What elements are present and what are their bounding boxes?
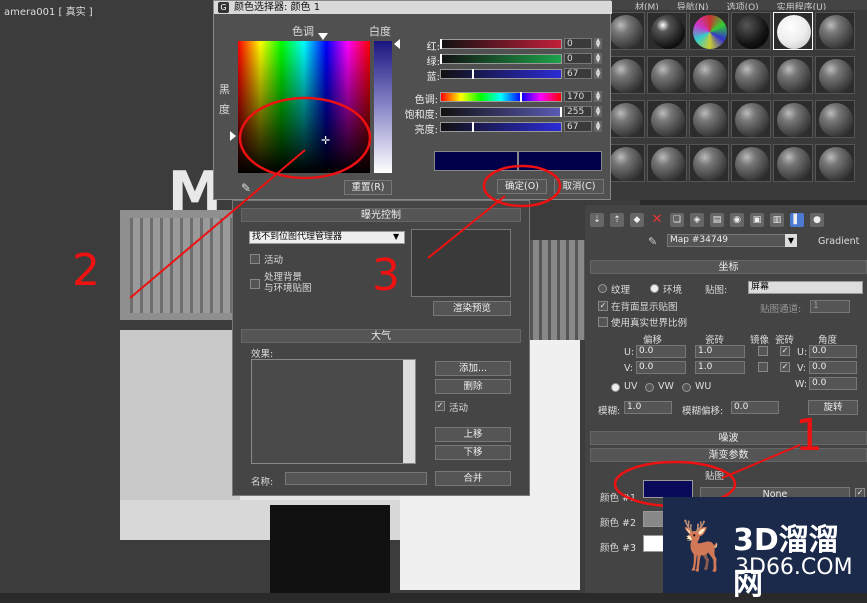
annotation-number-3: 3 bbox=[372, 250, 400, 301]
watermark-url: 3D66.COM bbox=[735, 555, 853, 580]
annotation-number-1: 1 bbox=[795, 410, 823, 461]
annotation-circle-hue bbox=[238, 96, 372, 180]
annotation-arrow-2 bbox=[129, 149, 306, 299]
annotation-arrow-3 bbox=[427, 195, 506, 259]
annotation-number-2: 2 bbox=[72, 245, 100, 296]
annotation-circle-ok bbox=[482, 164, 562, 208]
watermark: 🦌 3D溜溜网 3D66.COM bbox=[663, 497, 867, 602]
annotation-arrow-1 bbox=[721, 444, 801, 479]
deer-logo-icon: 🦌 bbox=[673, 518, 733, 574]
